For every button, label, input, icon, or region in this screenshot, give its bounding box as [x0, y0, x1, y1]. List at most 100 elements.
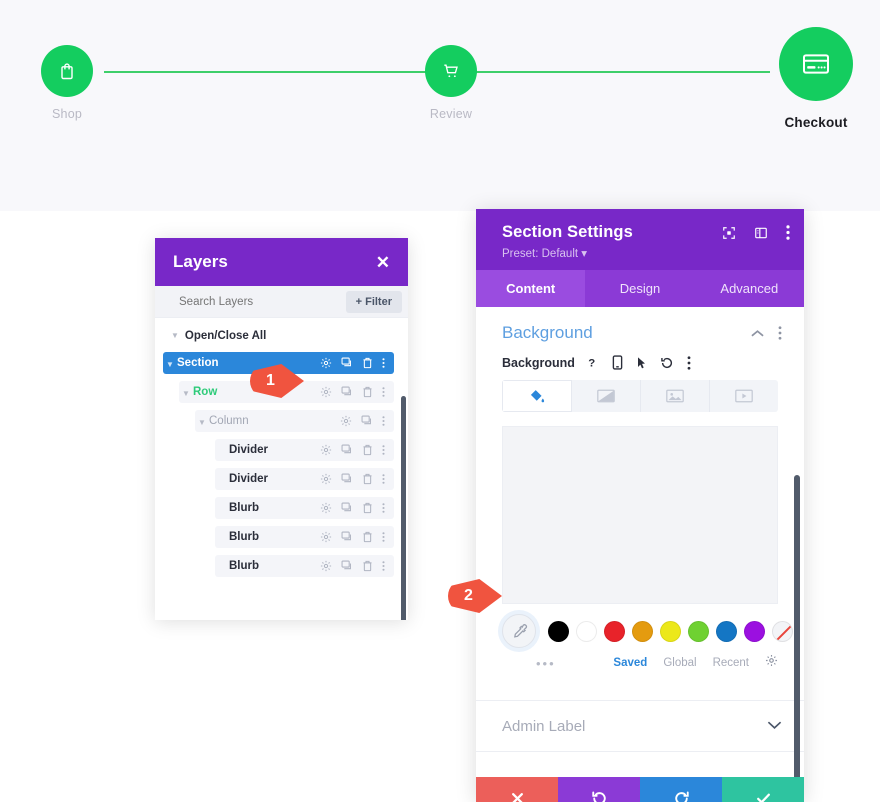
background-accordion-header[interactable]: Background	[476, 307, 804, 355]
open-close-all-toggle[interactable]: ▼ Open/Close All	[163, 330, 394, 352]
gear-icon[interactable]	[765, 654, 778, 672]
dots-icon[interactable]	[382, 560, 385, 572]
trash-icon[interactable]	[362, 473, 373, 485]
tab-content[interactable]: Content	[476, 270, 586, 307]
color-gradient-area[interactable]	[502, 426, 778, 604]
color-swatch-white[interactable]	[576, 620, 597, 642]
layer-row-actions	[320, 357, 394, 369]
cancel-button[interactable]	[476, 777, 558, 802]
duplicate-icon[interactable]	[341, 386, 353, 398]
color-tab-global[interactable]: Global	[663, 657, 696, 669]
color-tab-recent[interactable]: Recent	[713, 657, 749, 669]
tab-design[interactable]: Design	[585, 270, 694, 307]
gear-icon[interactable]	[320, 502, 332, 514]
layer-row-column[interactable]: ▼ Column	[195, 410, 394, 432]
trash-icon[interactable]	[362, 502, 373, 514]
dots-icon[interactable]	[382, 444, 385, 456]
trash-icon[interactable]	[362, 357, 373, 369]
color-swatch-black[interactable]	[548, 620, 569, 642]
undo-button[interactable]	[558, 777, 640, 802]
color-swatch-yellow[interactable]	[660, 620, 681, 642]
dots-icon[interactable]	[687, 355, 691, 370]
duplicate-icon[interactable]	[361, 415, 373, 427]
search-input[interactable]	[179, 295, 346, 308]
gear-icon[interactable]	[320, 386, 332, 398]
step-checkout[interactable]: Checkout	[765, 27, 867, 130]
layer-row-blurb[interactable]: Blurb	[215, 555, 394, 577]
redo-button[interactable]	[640, 777, 722, 802]
background-type-color[interactable]	[502, 380, 572, 412]
color-swatch-blue[interactable]	[716, 620, 737, 642]
gear-icon[interactable]	[320, 473, 332, 485]
dots-icon[interactable]	[382, 502, 385, 514]
layers-scrollbar[interactable]	[401, 396, 406, 620]
duplicate-icon[interactable]	[341, 560, 353, 572]
filter-button[interactable]: + Filter	[345, 290, 402, 313]
color-picker-meta: ••• Saved Global Recent	[476, 648, 804, 672]
reset-icon[interactable]	[660, 356, 674, 370]
trash-icon[interactable]	[362, 560, 373, 572]
dots-icon[interactable]	[382, 415, 385, 427]
dots-icon[interactable]	[382, 531, 385, 543]
gear-icon[interactable]	[320, 531, 332, 543]
color-swatch-transparent[interactable]	[772, 620, 793, 642]
help-icon[interactable]: ?	[588, 356, 599, 370]
layer-row-divider[interactable]: Divider	[215, 468, 394, 490]
gear-icon[interactable]	[320, 357, 332, 369]
dots-icon[interactable]	[382, 386, 385, 398]
save-button[interactable]	[722, 777, 804, 802]
background-accordion-tools	[751, 326, 782, 340]
step-shop[interactable]: Shop	[24, 45, 110, 121]
background-type-gradient[interactable]	[572, 380, 641, 412]
trash-icon[interactable]	[362, 444, 373, 456]
more-colors-button[interactable]: •••	[536, 656, 556, 671]
layer-row-actions	[320, 473, 394, 485]
chevron-down-icon[interactable]	[767, 717, 782, 735]
duplicate-icon[interactable]	[341, 502, 353, 514]
preset-selector[interactable]: Preset: Default ▾	[502, 246, 788, 260]
duplicate-icon[interactable]	[341, 444, 353, 456]
eyedropper-icon[interactable]	[502, 614, 536, 648]
color-swatch-orange[interactable]	[632, 620, 653, 642]
dots-icon[interactable]	[382, 473, 385, 485]
chevron-up-icon[interactable]	[751, 329, 764, 338]
layer-row-label: Blurb	[229, 531, 260, 543]
color-swatch-green[interactable]	[688, 620, 709, 642]
background-type-image[interactable]	[641, 380, 710, 412]
gear-icon[interactable]	[340, 415, 352, 427]
dots-icon[interactable]	[778, 326, 782, 340]
color-tab-saved[interactable]: Saved	[613, 657, 647, 669]
background-field-label: Background	[502, 355, 575, 370]
layer-row-actions	[340, 415, 394, 427]
dots-icon[interactable]	[786, 225, 790, 240]
duplicate-icon[interactable]	[341, 473, 353, 485]
settings-tab-bar: Content Design Advanced	[476, 270, 804, 307]
duplicate-icon[interactable]	[341, 357, 353, 369]
close-icon[interactable]: ✕	[376, 254, 390, 271]
trash-icon[interactable]	[362, 531, 373, 543]
layer-row-blurb[interactable]: Blurb	[215, 526, 394, 548]
gear-icon[interactable]	[320, 444, 332, 456]
layout-icon[interactable]	[754, 226, 768, 240]
trash-icon[interactable]	[362, 386, 373, 398]
duplicate-icon[interactable]	[341, 531, 353, 543]
chevron-down-icon[interactable]: ▼	[163, 354, 177, 372]
color-swatch-red[interactable]	[604, 620, 625, 642]
tab-advanced[interactable]: Advanced	[695, 270, 804, 307]
responsive-icon[interactable]	[612, 355, 623, 370]
dots-icon[interactable]	[382, 357, 385, 369]
step-review[interactable]: Review	[408, 45, 494, 121]
gear-icon[interactable]	[320, 560, 332, 572]
layer-row-divider[interactable]: Divider	[215, 439, 394, 461]
settings-scrollbar[interactable]	[794, 475, 800, 777]
layers-panel: Layers ✕ + Filter ▼ Open/Close All ▼Sect…	[155, 238, 408, 620]
expand-icon[interactable]	[722, 226, 736, 240]
layer-row-blurb[interactable]: Blurb	[215, 497, 394, 519]
background-type-video[interactable]	[710, 380, 778, 412]
chevron-down-icon[interactable]: ▼	[179, 383, 193, 401]
hover-icon[interactable]	[636, 356, 647, 370]
admin-label-section[interactable]: Admin Label	[476, 700, 804, 752]
callout-pin-1: 1	[250, 364, 304, 398]
color-swatch-purple[interactable]	[744, 620, 765, 642]
chevron-down-icon[interactable]: ▼	[195, 412, 209, 430]
